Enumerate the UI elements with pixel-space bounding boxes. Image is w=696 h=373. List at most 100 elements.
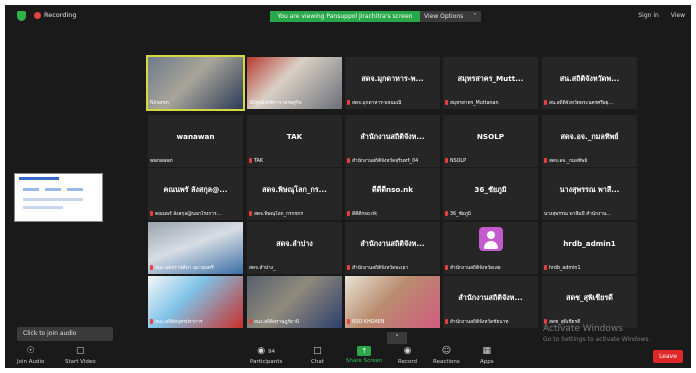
start-video-button[interactable]: ▢ Start Video xyxy=(65,346,96,365)
mic-muted-icon xyxy=(544,100,547,105)
participant-tile[interactable]: 30ศูนย์สถิติการ เศรษฐกิจ xyxy=(247,57,342,109)
participant-name-text: สน.สถิติจังหวัดพระนครศรีอยุ... xyxy=(549,101,614,106)
apps-icon: ▦ xyxy=(482,346,492,356)
participant-tile[interactable]: สดจ.พิษณุโลก_กร... สดจ.พิษณุโลก_กรกชกร xyxy=(247,168,342,220)
participant-tile[interactable]: wanawan wanawan xyxy=(148,115,243,167)
participant-name-label: สน.สถิติจังหวัดพระนครศรีอยุ... xyxy=(544,100,635,107)
reactions-button[interactable]: ☺ Reactions xyxy=(433,346,460,365)
chevron-down-icon: ˅ xyxy=(473,13,477,20)
participant-tile[interactable]: สดช_สุพิเชียรดี สดช_สุพิเชียรดี xyxy=(542,276,637,328)
apps-button[interactable]: ▦ Apps xyxy=(480,346,494,365)
participant-name-label: สดจ.พิษณุโลก_กรกชกร xyxy=(249,211,340,218)
participant-tile[interactable]: NSOLP NSOLP xyxy=(443,115,538,167)
participant-tile[interactable]: สำนักงานสถิติจังห... สำนักงานสถิติจังหวัด… xyxy=(345,222,440,274)
participant-tile[interactable]: 36_ชัยภูมิ 36_ชัยภูมิ xyxy=(443,168,538,220)
participant-name-label: hrdb_admin1 xyxy=(544,265,635,272)
participant-tile[interactable]: สนง.นครราชสีมา อุมาสุนทรี xyxy=(148,222,243,274)
participant-name-text: สมุทรสาคร_Muttanan xyxy=(450,101,499,106)
camera-off-icon: ▢ xyxy=(76,346,85,356)
participant-display-name: ดีดีดีnso.nk xyxy=(372,185,413,194)
thumbnail-shape xyxy=(67,188,83,191)
participant-name-text: สนง.สถิติสมุทรปราการ xyxy=(155,320,203,325)
participant-tile[interactable]: TAK TAK xyxy=(247,115,342,167)
participant-name-label: สำนักงานสถิติจังหวัดเลย xyxy=(445,265,536,272)
chat-button[interactable]: □ Chat xyxy=(311,346,324,365)
sign-in-link[interactable]: Sign in xyxy=(638,12,658,19)
participant-display-name: สดจ.พิษณุโลก_กร... xyxy=(262,185,327,194)
leave-button[interactable]: Leave xyxy=(653,350,683,363)
participant-tile[interactable]: สำนักงานสถิติจังหวัดเลย xyxy=(443,222,538,274)
view-options-button[interactable]: View Options ˅ xyxy=(420,11,481,22)
meeting-toolbar: ☉ Join Audio ▢ Start Video ◉ 94 Particip… xyxy=(5,344,691,368)
participant-tile[interactable]: สดจ.ลำปาง สดจ.ลำปาง_ xyxy=(247,222,342,274)
participant-tile[interactable]: hrdb_admin1 hrdb_admin1 xyxy=(542,222,637,274)
participant-name-label: นางสุพรรณ พาสีมมี สำนักงาน... xyxy=(544,211,635,218)
participant-name-label: สมุทรสาคร_Muttanan xyxy=(445,100,536,107)
participant-tile[interactable]: Ninaron xyxy=(146,55,245,111)
participant-display-name: สำนักงานสถิติจังห... xyxy=(360,239,425,248)
participant-tile[interactable]: สนง.สถิติสมุทรปราการ xyxy=(148,276,243,328)
share-screen-button[interactable]: ↑ Share Screen xyxy=(346,346,383,364)
participant-name-text: hrdb_admin1 xyxy=(549,266,581,271)
participant-name-label: NSO KHOAEN xyxy=(347,319,438,326)
mic-muted-icon xyxy=(347,265,350,270)
mic-muted-icon xyxy=(347,319,350,324)
participant-tile[interactable]: คณนพรั ลังสกุล@... คณนพรั ลังสกุล@บอกโรงก… xyxy=(148,168,243,220)
participant-name-text: นางสุพรรณ พาสีมมี สำนักงาน... xyxy=(544,212,611,217)
participant-name-text: สดจ.อจ._กมลทิพย์ xyxy=(549,159,588,164)
zoom-window: Recording You are viewing Pansuppol Jira… xyxy=(5,5,691,368)
recording-label: Recording xyxy=(44,11,77,19)
participant-name-text: สำนักงานสถิติจังหวัดพะเยา xyxy=(352,266,409,271)
mic-muted-icon xyxy=(249,211,252,216)
mic-muted-icon xyxy=(150,265,153,270)
participants-button[interactable]: ◉ 94 Participants xyxy=(250,346,282,365)
view-options-label: View Options xyxy=(424,13,464,20)
participant-tile[interactable]: NSO KHOAEN xyxy=(345,276,440,328)
participant-name-label: สำนักงานสถิติจังหวัดสุรินทร์_04 xyxy=(347,158,438,165)
participant-tile[interactable]: สำนักงานสถิติจังห... สำนักงานสถิติจังหวัด… xyxy=(345,115,440,167)
participant-name-label: ดีดีดีnso.nk xyxy=(347,211,438,218)
participant-tile[interactable]: ดีดีดีnso.nk ดีดีดีnso.nk xyxy=(345,168,440,220)
participant-name-label: wanawan xyxy=(150,158,241,165)
participant-display-name: NSOLP xyxy=(476,132,505,141)
participant-name-text: 36_ชัยภูมิ xyxy=(450,212,471,217)
participant-tile[interactable]: สนง.สถิติสุราษฎร์ธานี xyxy=(247,276,342,328)
participant-name-label: คณนพรั ลังสกุล@บอกโรงการ... xyxy=(150,211,241,218)
default-avatar-icon xyxy=(479,227,503,251)
reactions-icon: ☺ xyxy=(441,346,452,356)
shield-icon[interactable] xyxy=(17,11,26,21)
participant-name-label: สำนักงานสถิติจังหวัดชัยนาท xyxy=(445,319,536,326)
participant-tile[interactable]: สดจ.อจ._กมลทิพย์ สดจ.อจ._กมลทิพย์ xyxy=(542,115,637,167)
join-audio-toast[interactable]: Click to join audio xyxy=(17,327,113,341)
recording-dot-icon xyxy=(34,12,41,19)
mic-muted-icon xyxy=(347,158,350,163)
mic-muted-icon xyxy=(445,265,448,270)
participant-name-text: NSO KHOAEN xyxy=(352,320,385,325)
participant-name-text: สำนักงานสถิติจังหวัดสุรินทร์_04 xyxy=(352,159,419,164)
participant-tile[interactable]: สมุทรสาคร_Mutt... สมุทรสาคร_Muttanan xyxy=(443,57,538,109)
participant-count: 94 xyxy=(268,349,276,355)
participant-tile[interactable]: สน.สถิติจังหวัดพ... สน.สถิติจังหวัดพระนคร… xyxy=(542,57,637,109)
participant-display-name: สมุทรสาคร_Mutt... xyxy=(457,74,524,83)
mic-muted-icon xyxy=(544,158,547,163)
shared-screen-thumbnail[interactable] xyxy=(14,173,103,222)
join-audio-button[interactable]: ☉ Join Audio xyxy=(17,346,44,365)
participant-display-name: สำนักงานสถิติจังห... xyxy=(360,132,425,141)
participant-name-text: ดีดีดีnso.nk xyxy=(352,212,378,217)
participant-name-text: คณนพรั ลังสกุล@บอกโรงการ... xyxy=(155,212,222,217)
participant-tile[interactable]: สดจ.มุกดาหาร-พ... สดจ.มุกดาหาร-พจนมณี xyxy=(345,57,440,109)
participant-name-text: สดจ.มุกดาหาร-พจนมณี xyxy=(352,101,402,106)
participant-name-text: NSOLP xyxy=(450,159,466,164)
participant-tile[interactable]: สำนักงานสถิติจังห... สำนักงานสถิติจังหวัด… xyxy=(443,276,538,328)
record-button[interactable]: ◉ Record xyxy=(398,346,417,365)
view-button[interactable]: View xyxy=(671,12,685,19)
participant-display-name: นางสุพรรณ พาสี... xyxy=(559,185,620,194)
participant-name-label: สดจ.มุกดาหาร-พจนมณี xyxy=(347,100,438,107)
thumbnail-shape xyxy=(23,188,39,191)
participant-name-label: 36_ชัยภูมิ xyxy=(445,211,536,218)
headphones-icon: ☉ xyxy=(26,346,35,356)
participant-name-text: สดจ.พิษณุโลก_กรกชกร xyxy=(254,212,304,217)
mic-muted-icon xyxy=(445,158,448,163)
participant-display-name: สำนักงานสถิติจังห... xyxy=(458,293,523,302)
participant-tile[interactable]: นางสุพรรณ พาสี... นางสุพรรณ พาสีมมี สำนัก… xyxy=(542,168,637,220)
